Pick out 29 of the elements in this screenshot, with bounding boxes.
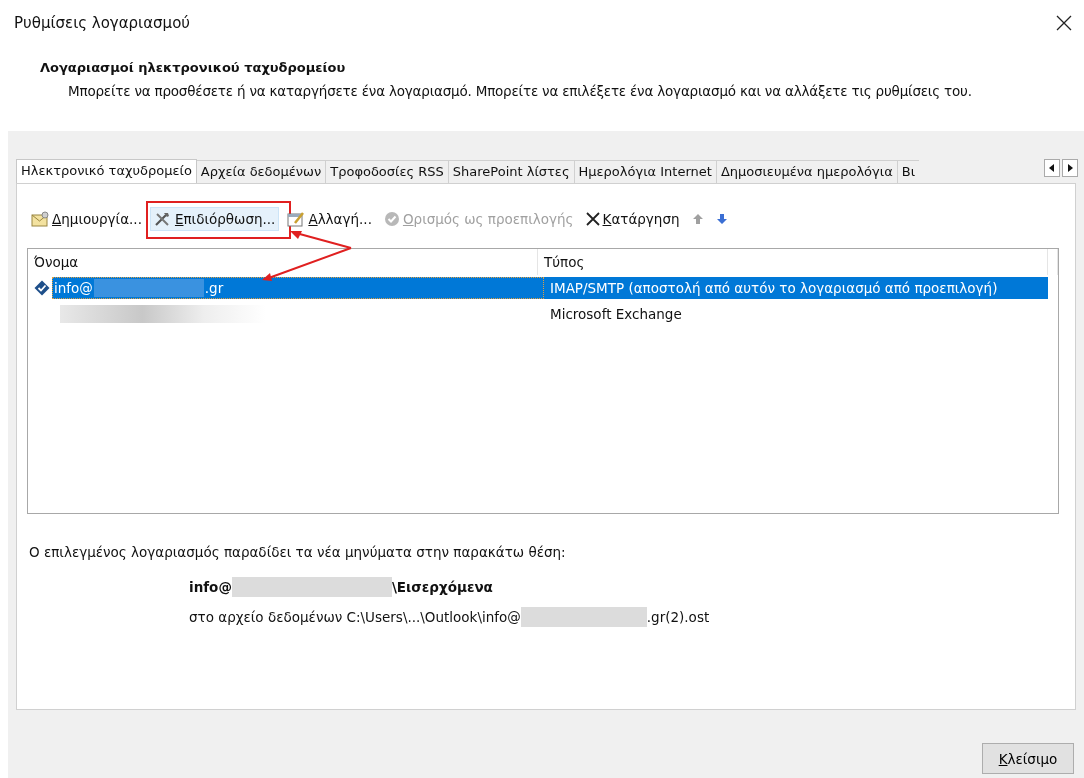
tab[interactable]: Ηλεκτρονικό ταχυδρομείο — [16, 159, 197, 183]
toolbar-button[interactable]: Αλλαγή... — [283, 207, 376, 231]
close-button[interactable]: Κλείσιμο — [982, 743, 1074, 774]
data-file-text: .gr(2).ost — [646, 609, 710, 625]
account-type[interactable]: Microsoft Exchange — [544, 303, 1048, 325]
toolbar-button[interactable]: Κατάργηση — [581, 207, 684, 231]
section-heading: Λογαριασμοί ηλεκτρονικού ταχυδρομείου — [40, 60, 347, 75]
toolbar-button[interactable]: Δημιουργία... — [27, 207, 146, 231]
toolbar-button[interactable]: Επιδιόρθωση... — [149, 207, 280, 231]
tools-icon — [153, 211, 172, 227]
arrow-up-icon — [691, 213, 704, 225]
check-circle-icon — [383, 211, 400, 227]
scroll-right-icon[interactable] — [1062, 159, 1078, 177]
delivery-folder-text: \Εισερχόμενα — [391, 579, 493, 595]
envelope-icon — [31, 211, 49, 227]
delivery-folder-text: info@ — [189, 579, 232, 595]
x-icon — [585, 212, 600, 226]
scroll-left-icon[interactable] — [1044, 159, 1060, 177]
window-title: Ρυθμίσεις λογαριασμού — [14, 14, 190, 32]
arrow-down-icon — [715, 213, 728, 225]
column-header[interactable]: Τύπος — [538, 249, 1048, 275]
section-description: Μπορείτε να προσθέσετε ή να καταργήσετε ένα λογαριασμό. Μπορείτε να επιλέξετε ένα λογαριασμό και να αλλάξετε τις ρυθμίσεις του. — [67, 82, 973, 99]
account-name[interactable]: info@ .gr — [52, 277, 544, 299]
close-icon[interactable] — [1056, 15, 1072, 31]
column-header[interactable]: Όνομα — [28, 249, 538, 275]
delivery-intro: Ο επιλεγμένος λογαριασμός παραδίδει τα νέα μηνύματα στην παρακάτω θέση: — [28, 544, 567, 560]
account-type[interactable]: IMAP/SMTP (αποστολή από αυτόν το λογαριασμό από προεπιλογή) — [544, 277, 1048, 299]
data-file-text: στο αρχείο δεδομένων C:\Users\...\Outlook\info@ — [189, 609, 521, 625]
window-pencil-icon — [287, 211, 306, 227]
